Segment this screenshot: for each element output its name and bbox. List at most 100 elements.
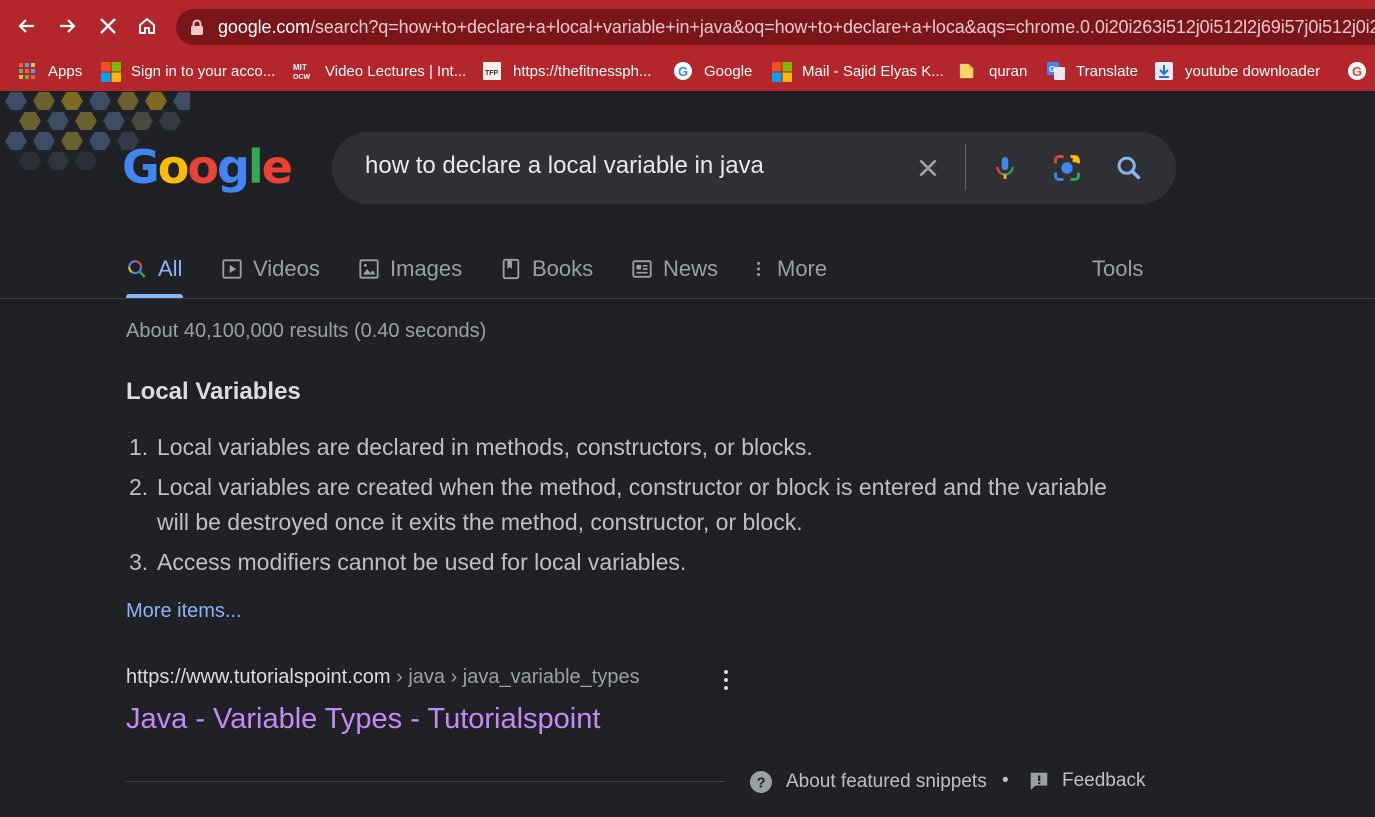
lock-icon <box>191 19 203 35</box>
tab-videos[interactable]: Videos <box>221 249 320 289</box>
search-divider <box>965 144 966 190</box>
microphone-icon <box>996 157 1014 179</box>
list-item: 3. Access modifiers cannot be used for lo… <box>126 545 1116 580</box>
microsoft-icon <box>772 62 792 82</box>
svg-text:G: G <box>1049 65 1055 74</box>
tab-images[interactable]: Images <box>358 249 462 289</box>
home-icon <box>139 18 155 34</box>
list-item-text: Local variables are declared in methods,… <box>157 434 813 460</box>
search-submit-button[interactable] <box>1113 152 1145 184</box>
image-icon <box>359 259 379 279</box>
result-stats: About 40,100,000 results (0.40 seconds) <box>126 320 487 342</box>
help-icon: ? <box>750 771 772 793</box>
tab-label: More <box>777 256 828 281</box>
book-icon <box>502 258 520 280</box>
tab-label: News <box>663 256 719 281</box>
address-bar[interactable]: google.com/search?q=how+to+declare+a+loc… <box>176 9 1375 45</box>
tab-books[interactable]: Books <box>500 249 593 289</box>
tab-all[interactable]: All <box>126 249 182 289</box>
about-featured-snippets-link[interactable]: ? About featured snippets <box>749 770 987 794</box>
search-box <box>332 132 1176 204</box>
more-items-link[interactable]: More items... <box>126 600 242 623</box>
bookmark-microsoft-signin[interactable]: Sign in to your acco... <box>101 58 275 84</box>
tools-button[interactable]: Tools <box>1092 249 1143 289</box>
bookmark-mail[interactable]: Mail - Sajid Elyas K... <box>772 58 944 84</box>
url-text[interactable]: google.com/search?q=how+to+declare+a+loc… <box>218 17 1375 38</box>
bookmark-label: youtube downloader <box>1185 62 1321 80</box>
active-tab-indicator <box>126 294 183 298</box>
list-item: 1. Local variables are declared in method… <box>126 430 1116 465</box>
list-item-text: Access modifiers cannot be used for loca… <box>157 549 687 575</box>
browser-toolbar: google.com/search?q=how+to+declare+a+loc… <box>0 0 1375 52</box>
bookmark-label: Google <box>704 62 753 80</box>
result-domain: https://www.tutorialspoint.com <box>126 666 391 688</box>
bookmark-label: https://thefitnessph... <box>513 62 652 80</box>
svg-text:TFP: TFP <box>485 70 499 77</box>
tab-label: Videos <box>253 256 320 281</box>
stop-button[interactable] <box>94 12 122 40</box>
clear-search-button[interactable] <box>912 152 944 184</box>
bookmark-mit-ocw[interactable]: MIT OCW Video Lectures | Int... <box>293 58 466 84</box>
bookmark-youtube-downloader[interactable]: youtube downloader <box>1155 58 1320 84</box>
feedback-link[interactable]: Feedback <box>1028 770 1145 792</box>
camera-lens-icon <box>1054 155 1080 181</box>
svg-text:G: G <box>1352 64 1362 79</box>
back-button[interactable] <box>13 12 41 40</box>
svg-text:G: G <box>678 64 688 79</box>
bookmark-label: Video Lectures | Int... <box>325 62 467 80</box>
result-path: › java › java_variable_types <box>390 666 640 688</box>
close-icon <box>919 159 937 177</box>
close-icon <box>100 18 116 34</box>
svg-text:OCW: OCW <box>293 74 311 80</box>
bookmark-label: Apps <box>48 62 83 80</box>
list-item-text: Local variables are created when the met… <box>157 474 1107 535</box>
bookmark-fitness[interactable]: TFP https://thefitnessph... <box>483 58 651 84</box>
about-featured-snippets-label: About featured snippets <box>786 771 987 792</box>
list-number: 2. <box>129 474 149 500</box>
google-logo[interactable]: Google <box>122 140 293 194</box>
arrow-right-icon <box>60 19 76 33</box>
svg-text:?: ? <box>757 775 766 792</box>
result-breadcrumb[interactable]: https://www.tutorialspoint.com › java › … <box>126 666 640 689</box>
image-search-button[interactable] <box>1051 152 1083 184</box>
download-icon <box>1155 62 1173 80</box>
bookmark-translate[interactable]: G Translate <box>1046 58 1138 84</box>
news-icon <box>632 260 652 278</box>
mit-ocw-icon: MIT OCW <box>293 62 313 81</box>
google-translate-icon: G <box>1046 62 1065 80</box>
bookmark-quran[interactable]: quran <box>959 58 1027 84</box>
bookmark-label: Sign in to your acco... <box>131 62 276 80</box>
featured-snippet-list: 1. Local variables are declared in method… <box>126 430 1116 585</box>
tab-label: All <box>158 256 183 281</box>
list-number: 3. <box>129 549 149 575</box>
video-icon <box>222 259 242 279</box>
fitness-site-icon: TFP <box>483 62 501 80</box>
search-icon <box>1117 156 1141 180</box>
result-title-link[interactable]: Java - Variable Types - Tutorialspoint <box>126 703 600 736</box>
browser-frame: google.com/search?q=how+to+declare+a+loc… <box>0 0 1375 91</box>
list-item: 2. Local variables are created when the m… <box>126 470 1116 540</box>
google-g-icon: G <box>674 62 692 80</box>
search-tabs: All Videos Images Books News More Tools <box>0 240 1375 299</box>
folder-icon <box>959 62 977 80</box>
tab-news[interactable]: News <box>631 249 718 289</box>
voice-search-button[interactable] <box>989 152 1021 184</box>
bookmark-overflow-google[interactable]: G <box>1348 58 1375 84</box>
bookmark-google[interactable]: G Google <box>674 58 752 84</box>
tab-label: Books <box>532 256 594 281</box>
tab-more[interactable]: More <box>751 249 827 289</box>
divider <box>126 781 725 782</box>
forward-button[interactable] <box>53 12 81 40</box>
bookmark-label: Translate <box>1076 62 1138 80</box>
bookmarks-bar: Apps Sign in to your acco... MIT OCW Vide… <box>0 52 1375 91</box>
home-button[interactable] <box>133 12 161 40</box>
apps-grid-icon <box>18 62 36 80</box>
url-host: google.com <box>218 17 311 37</box>
more-vertical-icon <box>757 261 760 277</box>
tools-label: Tools <box>1092 256 1144 281</box>
result-options-button[interactable] <box>716 668 736 692</box>
bookmark-apps[interactable]: Apps <box>18 58 82 84</box>
feedback-label: Feedback <box>1062 770 1146 791</box>
search-input[interactable] <box>365 152 885 180</box>
footer-separator: • <box>1002 770 1009 791</box>
